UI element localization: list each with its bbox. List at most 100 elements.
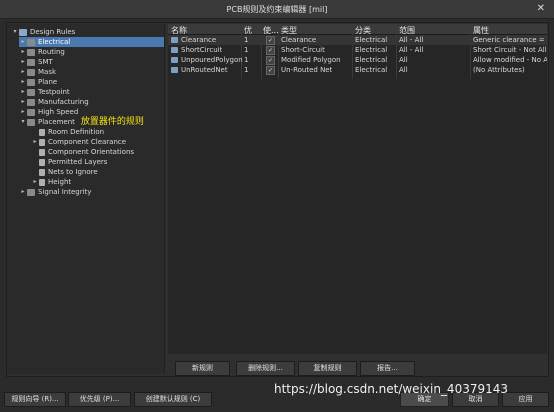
rule-name: Clearance bbox=[181, 36, 217, 44]
tree-label: Electrical bbox=[38, 38, 71, 46]
rule-type: Clearance bbox=[281, 36, 317, 44]
rule-attributes: (No Attributes) bbox=[473, 66, 525, 74]
rule-name: UnpouredPolygon bbox=[181, 56, 243, 64]
duplicate-rule-button[interactable]: 复制规则 bbox=[298, 361, 357, 376]
tree-item-height[interactable]: ▸ Height bbox=[31, 177, 71, 187]
rule-name: UnRoutedNet bbox=[181, 66, 228, 74]
tree-label: Testpoint bbox=[38, 88, 70, 96]
rule-scope: All bbox=[399, 56, 408, 64]
rule-scope: All bbox=[399, 66, 408, 74]
electrical-icon bbox=[27, 38, 35, 46]
rule-type: Un-Routed Net bbox=[281, 66, 333, 74]
expand-arrow-icon[interactable]: ▸ bbox=[19, 67, 27, 77]
apply-button[interactable]: 应用 bbox=[502, 392, 549, 407]
folder-icon bbox=[19, 28, 27, 36]
enabled-checkbox[interactable]: ✓ bbox=[266, 56, 275, 65]
rule-type: Short-Circuit bbox=[281, 46, 325, 54]
expand-arrow-icon[interactable]: ▸ bbox=[31, 177, 39, 187]
tree-item-manufacturing[interactable]: ▸ Manufacturing bbox=[19, 97, 88, 107]
expand-arrow-icon[interactable]: ▸ bbox=[19, 57, 27, 67]
rule-type: Modified Polygon bbox=[281, 56, 341, 64]
enabled-checkbox[interactable]: ✓ bbox=[266, 66, 275, 75]
enabled-checkbox[interactable]: ✓ bbox=[266, 46, 275, 55]
tree-label: Mask bbox=[38, 68, 57, 76]
report-button[interactable]: 报告... bbox=[360, 361, 415, 376]
tree-item-plane[interactable]: ▸ Plane bbox=[19, 77, 57, 87]
tree-item-permitted-layers[interactable]: Permitted Layers bbox=[39, 157, 107, 167]
rule-wizard-button[interactable]: 规则向导 (R)... bbox=[4, 392, 66, 407]
routing-icon bbox=[27, 48, 35, 56]
tree-item-smt[interactable]: ▸ SMT bbox=[19, 57, 52, 67]
expand-arrow-icon[interactable]: ▸ bbox=[31, 137, 39, 147]
create-default-rules-button[interactable]: 创建默认规则 (C) bbox=[134, 392, 212, 407]
new-rule-button[interactable]: 新规则 bbox=[175, 361, 230, 376]
tree-item-routing[interactable]: ▸ Routing bbox=[19, 47, 65, 57]
expand-arrow-icon[interactable]: ▸ bbox=[19, 107, 27, 117]
enabled-checkbox[interactable]: ✓ bbox=[266, 36, 275, 45]
rules-table: 名称 优 使... 类型 分类 范围 属性 Clearance 1 ✓ Clea… bbox=[168, 24, 547, 354]
rule-attributes: Generic clearance = 10 bbox=[473, 36, 547, 44]
expand-arrow-icon[interactable]: ▸ bbox=[19, 77, 27, 87]
tree-item-component-clearance[interactable]: ▸ Component Clearance bbox=[31, 137, 126, 147]
rule-doc-icon bbox=[39, 128, 45, 136]
rule-doc-icon bbox=[39, 158, 45, 166]
tree-label: Routing bbox=[38, 48, 65, 56]
rule-icon bbox=[171, 37, 178, 43]
tree-label: Permitted Layers bbox=[48, 158, 108, 166]
testpoint-icon bbox=[27, 88, 35, 96]
rule-attributes: Short Circuit - Not All bbox=[473, 46, 547, 54]
collapse-arrow-icon[interactable]: ▾ bbox=[19, 117, 27, 127]
tree-root-design-rules[interactable]: ▾ Design Rules bbox=[11, 27, 75, 37]
tree-label: Signal Integrity bbox=[38, 188, 92, 196]
expand-arrow-icon[interactable]: ▸ bbox=[19, 97, 27, 107]
rule-priority: 1 bbox=[244, 56, 249, 64]
close-icon[interactable]: ✕ bbox=[537, 3, 545, 14]
rule-attributes: Allow modified - No A bbox=[473, 56, 547, 64]
rule-doc-icon bbox=[39, 148, 45, 156]
expand-arrow-icon[interactable]: ▸ bbox=[19, 87, 27, 97]
rule-priority: 1 bbox=[244, 46, 249, 54]
watermark-text: https://blog.csdn.net/weixin_40379143 bbox=[274, 382, 509, 396]
tree-item-mask[interactable]: ▸ Mask bbox=[19, 67, 56, 77]
table-row[interactable]: Clearance 1 ✓ Clearance Electrical All -… bbox=[168, 35, 547, 45]
rule-category: Electrical bbox=[355, 46, 388, 54]
tree-label: Room Definition bbox=[48, 128, 105, 136]
tree-item-placement[interactable]: ▾ Placement 放置器件的规则 bbox=[19, 117, 143, 127]
tree-label: Component Orientations bbox=[48, 148, 135, 156]
rule-doc-icon bbox=[39, 178, 45, 186]
mask-icon bbox=[27, 68, 35, 76]
tree-label: Height bbox=[48, 178, 72, 186]
expand-arrow-icon[interactable]: ▸ bbox=[19, 37, 27, 47]
smt-icon bbox=[27, 58, 35, 66]
table-row[interactable]: ShortCircuit 1 ✓ Short-Circuit Electrica… bbox=[168, 45, 547, 55]
title-bar: PCB规则及约束编辑器 [mil] ✕ bbox=[0, 0, 554, 19]
rules-tree[interactable]: ▾ Design Rules ▸ Electrical ▸ Routing ▸ … bbox=[7, 24, 165, 374]
delete-rule-button[interactable]: 删除规则... bbox=[236, 361, 295, 376]
rule-icon bbox=[171, 57, 178, 63]
tree-label: Component Clearance bbox=[48, 138, 127, 146]
rule-doc-icon bbox=[39, 138, 45, 146]
expand-arrow-icon[interactable]: ▸ bbox=[19, 187, 27, 197]
tree-item-room-definition[interactable]: Room Definition bbox=[39, 127, 104, 137]
tree-label: Nets to Ignore bbox=[48, 168, 98, 176]
expand-arrow-icon[interactable]: ▾ bbox=[11, 27, 19, 37]
tree-label: High Speed bbox=[38, 108, 79, 116]
tree-item-electrical[interactable]: ▸ Electrical bbox=[19, 37, 164, 47]
table-row[interactable]: UnpouredPolygon 1 ✓ Modified Polygon Ele… bbox=[168, 55, 547, 65]
expand-arrow-icon[interactable]: ▸ bbox=[19, 47, 27, 57]
rule-doc-icon bbox=[39, 168, 45, 176]
priorities-button[interactable]: 优先级 (P)... bbox=[68, 392, 131, 407]
rule-icon bbox=[171, 67, 178, 73]
tree-item-testpoint[interactable]: ▸ Testpoint bbox=[19, 87, 70, 97]
tree-item-nets-to-ignore[interactable]: Nets to Ignore bbox=[39, 167, 98, 177]
tree-item-signal-integrity[interactable]: ▸ Signal Integrity bbox=[19, 187, 91, 197]
tree-item-component-orientations[interactable]: Component Orientations bbox=[39, 147, 134, 157]
rule-category: Electrical bbox=[355, 66, 388, 74]
tree-label: Plane bbox=[38, 78, 58, 86]
placement-icon bbox=[27, 118, 35, 126]
table-row[interactable]: UnRoutedNet 1 ✓ Un-Routed Net Electrical… bbox=[168, 65, 547, 75]
tree-item-high-speed[interactable]: ▸ High Speed bbox=[19, 107, 78, 117]
manufacturing-icon bbox=[27, 98, 35, 106]
tree-label: Design Rules bbox=[30, 28, 76, 36]
rule-scope: All - All bbox=[399, 46, 424, 54]
